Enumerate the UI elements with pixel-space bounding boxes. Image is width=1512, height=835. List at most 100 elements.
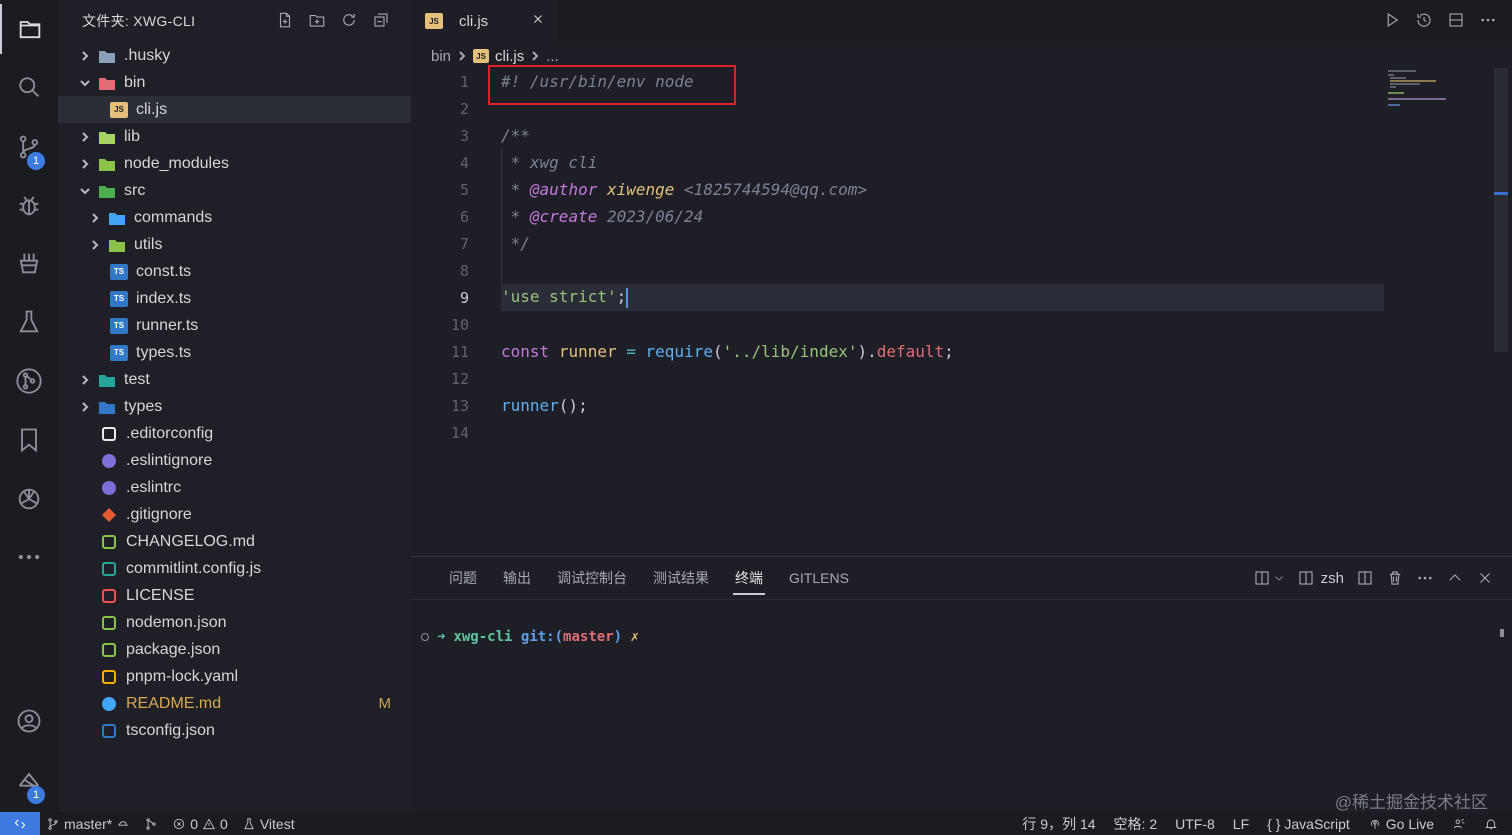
git-branch[interactable]: master* bbox=[46, 816, 130, 832]
tree-file[interactable]: TS runner.ts bbox=[58, 312, 411, 339]
chevron-right-icon[interactable] bbox=[78, 157, 92, 171]
terminal-prompt[interactable]: ➜ xwg-cli git:(master) ✗ bbox=[421, 629, 639, 645]
trash-icon[interactable] bbox=[1386, 567, 1404, 589]
tree-file[interactable]: README.md M bbox=[58, 690, 411, 717]
chevron-right-icon[interactable] bbox=[78, 373, 92, 387]
code-line[interactable]: 9 'use strict'; bbox=[411, 284, 1411, 311]
split-editor-icon[interactable] bbox=[1446, 9, 1466, 31]
new-folder-icon[interactable] bbox=[307, 10, 327, 30]
encoding[interactable]: UTF-8 bbox=[1175, 816, 1215, 832]
more-icon[interactable] bbox=[0, 532, 58, 582]
panel-tab[interactable]: 问题 bbox=[436, 557, 490, 599]
code-line[interactable]: 13 runner(); bbox=[411, 392, 1411, 419]
minimap[interactable] bbox=[1384, 68, 1494, 108]
panel-tab[interactable]: 终端 bbox=[722, 557, 776, 599]
chevron-right-icon[interactable] bbox=[88, 238, 102, 252]
breadcrumb-folder[interactable]: bin bbox=[431, 48, 451, 65]
panel-tab[interactable]: 调试控制台 bbox=[544, 557, 640, 599]
chevron-right-icon[interactable] bbox=[78, 400, 92, 414]
tree-file[interactable]: commitlint.config.js bbox=[58, 555, 411, 582]
panel-tab[interactable]: GITLENS bbox=[776, 557, 862, 599]
code-line[interactable]: 3 /** bbox=[411, 122, 1411, 149]
panel-tab[interactable]: 测试结果 bbox=[640, 557, 722, 599]
new-file-icon[interactable] bbox=[275, 10, 295, 30]
code-line[interactable]: 11 const runner = require('../lib/index')… bbox=[411, 338, 1411, 365]
code-line[interactable]: 12 bbox=[411, 365, 1411, 392]
code-line[interactable]: 4 * xwg cli bbox=[411, 149, 1411, 176]
tree-folder[interactable]: test bbox=[58, 366, 411, 393]
tree-folder[interactable]: node_modules bbox=[58, 150, 411, 177]
breadcrumb-symbol[interactable]: ... bbox=[546, 48, 559, 65]
breadcrumb-file[interactable]: cli.js bbox=[495, 48, 524, 65]
code-line[interactable]: 14 bbox=[411, 419, 1411, 446]
code-line[interactable]: 6 * @create 2023/06/24 bbox=[411, 203, 1411, 230]
feedback-icon[interactable] bbox=[1452, 817, 1466, 831]
tree-file[interactable]: TS types.ts bbox=[58, 339, 411, 366]
code-line[interactable]: 7 */ bbox=[411, 230, 1411, 257]
problems-indicator[interactable]: 0 0 bbox=[172, 816, 228, 832]
tree-file[interactable]: TS const.ts bbox=[58, 258, 411, 285]
tree-file[interactable]: nodemon.json bbox=[58, 609, 411, 636]
run-icon[interactable] bbox=[1382, 9, 1402, 31]
refresh-icon[interactable] bbox=[339, 10, 359, 30]
tree-folder[interactable]: src bbox=[58, 177, 411, 204]
editor-scrollbar[interactable] bbox=[1494, 68, 1508, 352]
tree-folder[interactable]: bin bbox=[58, 69, 411, 96]
search-icon[interactable] bbox=[0, 62, 58, 112]
tree-file[interactable]: tsconfig.json bbox=[58, 717, 411, 744]
code-editor[interactable]: 1 #! /usr/bin/env node 2 3/** 4 * xwg cli 5 *… bbox=[411, 68, 1512, 553]
tree-file[interactable]: package.json bbox=[58, 636, 411, 663]
tree-folder[interactable]: types bbox=[58, 393, 411, 420]
code-line[interactable]: 8 bbox=[411, 257, 1411, 284]
tree-file[interactable]: .editorconfig bbox=[58, 420, 411, 447]
chevron-right-icon[interactable] bbox=[78, 130, 92, 144]
more-actions-icon[interactable] bbox=[1478, 9, 1498, 31]
explorer-icon[interactable] bbox=[0, 4, 58, 54]
manage-icon[interactable]: 1 bbox=[0, 756, 58, 806]
go-live[interactable]: Go Live bbox=[1368, 816, 1434, 832]
chevron-right-icon[interactable] bbox=[88, 211, 102, 225]
more-actions-icon[interactable] bbox=[1416, 567, 1434, 589]
code-line[interactable]: 10 bbox=[411, 311, 1411, 338]
remote-icon[interactable] bbox=[0, 812, 40, 835]
panel-tab[interactable]: 输出 bbox=[490, 557, 544, 599]
chevron-right-icon[interactable] bbox=[78, 49, 92, 63]
source-control-icon[interactable]: 1 bbox=[0, 122, 58, 172]
collapse-all-icon[interactable] bbox=[371, 10, 391, 30]
tree-file[interactable]: .eslintrc bbox=[58, 474, 411, 501]
end-of-line[interactable]: LF bbox=[1233, 816, 1249, 832]
close-icon[interactable] bbox=[531, 12, 547, 28]
notifications-icon[interactable] bbox=[1484, 817, 1498, 831]
cursor-position[interactable]: 行 9，列 14 bbox=[1022, 814, 1095, 834]
split-terminal-icon[interactable] bbox=[1356, 567, 1374, 589]
vitest-status[interactable]: Vitest bbox=[242, 816, 295, 832]
testing-icon[interactable] bbox=[0, 297, 58, 347]
code-line[interactable]: 5 * @author xiwenge <1825744594@qq.com> bbox=[411, 176, 1411, 203]
tree-file[interactable]: pnpm-lock.yaml bbox=[58, 663, 411, 690]
debug-icon[interactable] bbox=[0, 180, 58, 230]
gitlens-status[interactable] bbox=[144, 817, 158, 831]
tree-folder[interactable]: .husky bbox=[58, 42, 411, 69]
chevron-down-icon[interactable] bbox=[78, 184, 92, 198]
extensions-icon[interactable] bbox=[0, 238, 58, 288]
indentation[interactable]: 空格: 2 bbox=[1114, 814, 1158, 834]
split-layout-icon[interactable] bbox=[1253, 567, 1271, 589]
close-panel-icon[interactable] bbox=[1476, 567, 1494, 589]
tree-file[interactable]: JS cli.js bbox=[58, 96, 411, 123]
chevron-down-icon[interactable] bbox=[1273, 567, 1285, 589]
chatgpt-icon[interactable] bbox=[0, 474, 58, 524]
tree-folder[interactable]: lib bbox=[58, 123, 411, 150]
tree-folder[interactable]: commands bbox=[58, 204, 411, 231]
tree-file[interactable]: .eslintignore bbox=[58, 447, 411, 474]
terminal-scrollbar[interactable] bbox=[1500, 629, 1504, 637]
timeline-icon[interactable] bbox=[1414, 9, 1434, 31]
tree-file[interactable]: LICENSE bbox=[58, 582, 411, 609]
tree-file[interactable]: CHANGELOG.md bbox=[58, 528, 411, 555]
tree-folder[interactable]: utils bbox=[58, 231, 411, 258]
maximize-panel-icon[interactable] bbox=[1446, 567, 1464, 589]
tree-file[interactable]: TS index.ts bbox=[58, 285, 411, 312]
terminal-shell-selector[interactable]: zsh bbox=[1297, 567, 1344, 589]
language-mode[interactable]: { } JavaScript bbox=[1267, 816, 1350, 832]
tree-file[interactable]: .gitignore bbox=[58, 501, 411, 528]
gitlens-icon[interactable] bbox=[0, 356, 58, 406]
